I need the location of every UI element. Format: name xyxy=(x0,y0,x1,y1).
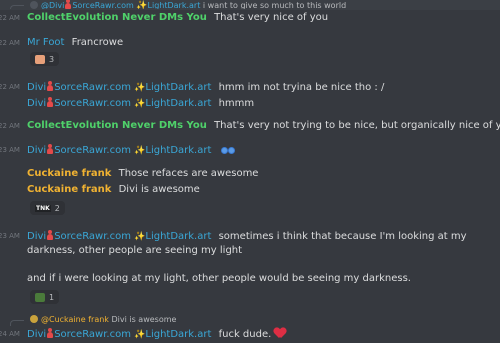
message-text: darkness, other people are seeing my lig… xyxy=(27,245,243,256)
heart-icon xyxy=(274,328,286,339)
message-text: Those refaces are awesome xyxy=(118,168,259,179)
message-text: fuck dude. xyxy=(218,329,272,340)
timestamp: 22 AM xyxy=(0,14,20,22)
timestamp: 22 AM xyxy=(0,39,20,47)
message[interactable]: Cuckaine frank Divi is awesome xyxy=(0,183,500,197)
reply-connector xyxy=(10,5,24,9)
glasses-emoji-icon xyxy=(220,147,235,154)
custom-emoji-icon xyxy=(35,292,45,302)
sparkle-icon: ✨ xyxy=(134,232,146,242)
author-name[interactable]: Divi SorceRawr.com ✨LightDark.art xyxy=(27,97,211,109)
message-text: and if i were looking at my light, other… xyxy=(27,273,411,284)
reply-text: i want to give so much to this world xyxy=(202,1,347,9)
author-name[interactable]: CollectEvolution Never DMs You xyxy=(27,120,207,131)
person-emoji-icon xyxy=(46,328,54,338)
reply-connector xyxy=(10,320,24,326)
message-text: That's very nice of you xyxy=(214,12,329,23)
message-continued: and if i were looking at my light, other… xyxy=(0,272,500,286)
message[interactable]: 24 AM Divi SorceRawr.com ✨LightDark.art f… xyxy=(0,327,500,342)
reaction-count: 3 xyxy=(49,54,55,64)
message[interactable]: 22 AM CollectEvolution Never DMs You Tha… xyxy=(0,11,500,25)
message[interactable]: Cuckaine frank Those refaces are awesome xyxy=(0,167,500,181)
author-name[interactable]: Cuckaine frank xyxy=(27,168,111,179)
reaction-button[interactable]: 1 xyxy=(30,290,60,304)
sparkle-icon: ✨ xyxy=(134,146,146,156)
person-emoji-icon xyxy=(46,230,54,240)
author-name[interactable]: Cuckaine frank xyxy=(27,184,111,195)
sparkle-icon: ✨ xyxy=(134,330,146,340)
reply-preview[interactable]: @Divi SorceRawr.com ✨LightDark.art i want… xyxy=(0,0,500,9)
message-continued: darkness, other people are seeing my lig… xyxy=(0,244,500,258)
reaction-count: 2 xyxy=(54,203,60,213)
timestamp: 23 AM xyxy=(0,146,20,154)
message-text: hmmm xyxy=(218,98,255,109)
message[interactable]: Divi SorceRawr.com ✨LightDark.art hmmm xyxy=(0,96,500,110)
reaction-button[interactable]: TNK 2 xyxy=(30,201,65,215)
author-name[interactable]: Divi SorceRawr.com ✨LightDark.art xyxy=(27,328,211,340)
timestamp: 24 AM xyxy=(0,330,20,338)
message[interactable]: 23 AM Divi SorceRawr.com ✨LightDark.art s… xyxy=(0,229,500,243)
message[interactable]: 22 AM Mr Foot Francrowe xyxy=(0,36,500,50)
avatar[interactable] xyxy=(30,315,38,323)
author-name[interactable]: Divi SorceRawr.com ✨LightDark.art xyxy=(27,230,211,242)
avatar[interactable] xyxy=(30,1,38,9)
author-name[interactable]: Divi SorceRawr.com ✨LightDark.art xyxy=(27,144,211,156)
person-emoji-icon xyxy=(46,97,54,107)
person-emoji-icon xyxy=(64,0,72,9)
author-name[interactable]: Divi SorceRawr.com ✨LightDark.art xyxy=(27,81,211,93)
reaction-count: 1 xyxy=(49,292,55,302)
sparkle-icon: ✨ xyxy=(136,1,148,9)
message-text: Divi is awesome xyxy=(118,184,200,195)
reply-text: Divi is awesome xyxy=(111,315,177,324)
message-text: Francrowe xyxy=(71,37,124,48)
message[interactable]: 22 AM CollectEvolution Never DMs You Tha… xyxy=(0,119,500,133)
reply-preview[interactable]: @Cuckaine frank Divi is awesome xyxy=(0,314,500,326)
message[interactable]: 22 AM Divi SorceRawr.com ✨LightDark.art h… xyxy=(0,80,500,94)
sparkle-icon: ✨ xyxy=(134,83,146,93)
tnk-emoji-icon: TNK xyxy=(35,204,51,212)
message-text: sometimes i think that because I'm looki… xyxy=(218,231,467,242)
message-text: That's very not trying to be nice, but o… xyxy=(214,120,500,131)
person-emoji-icon xyxy=(46,81,54,91)
face-emoji-icon xyxy=(35,54,45,64)
timestamp: 22 AM xyxy=(0,122,20,130)
sparkle-icon: ✨ xyxy=(134,99,146,109)
chat-log: @Divi SorceRawr.com ✨LightDark.art i want… xyxy=(0,0,500,343)
message[interactable]: 23 AM Divi SorceRawr.com ✨LightDark.art xyxy=(0,143,500,157)
message-text: hmm im not tryina be nice tho : / xyxy=(218,82,385,93)
author-name[interactable]: CollectEvolution Never DMs You xyxy=(27,12,207,23)
timestamp: 23 AM xyxy=(0,232,20,240)
author-name[interactable]: Mr Foot xyxy=(27,37,64,48)
reaction-button[interactable]: 3 xyxy=(30,52,60,66)
timestamp: 22 AM xyxy=(0,83,20,91)
person-emoji-icon xyxy=(46,144,54,154)
